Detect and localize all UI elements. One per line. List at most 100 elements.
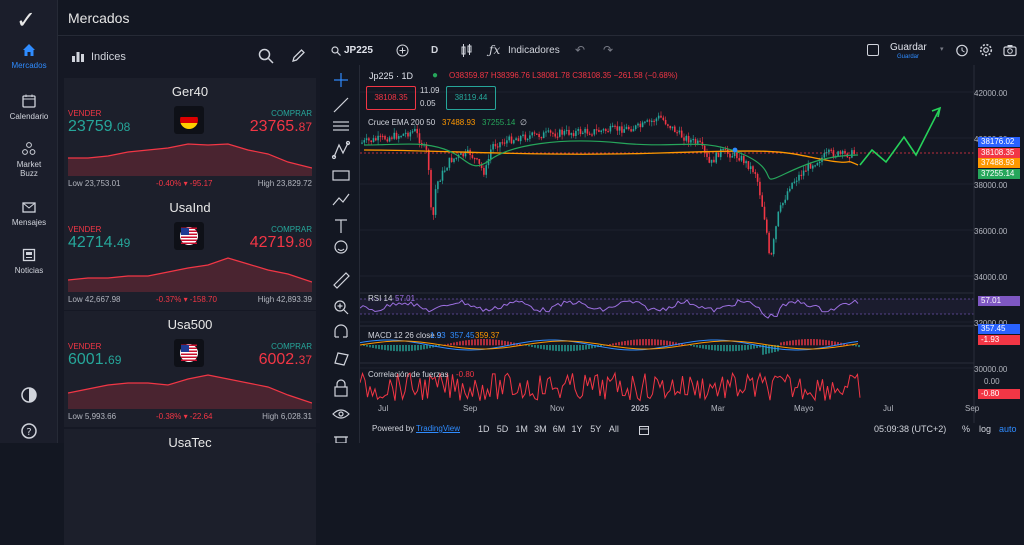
auto-toggle[interactable]: auto <box>999 424 1017 434</box>
camera-icon[interactable] <box>1003 43 1017 57</box>
range-button[interactable]: 1D <box>478 424 490 434</box>
candles-icon[interactable] <box>461 43 473 58</box>
theme-toggle-icon[interactable] <box>20 386 38 404</box>
sidebar-item-label: Calendario <box>10 112 49 121</box>
log-toggle[interactable]: log <box>979 424 991 434</box>
buy-price[interactable]: 42719.80 <box>250 234 312 252</box>
home-icon <box>21 42 37 58</box>
sidebar-item-mercados[interactable]: Mercados <box>0 42 58 70</box>
time-tick: Jul <box>883 404 893 413</box>
redo-icon[interactable]: ↷ <box>603 43 613 57</box>
price-badge: 38176.02 <box>978 137 1020 147</box>
alert-clock-icon[interactable] <box>955 43 969 57</box>
macd-histogram-bar <box>669 341 671 345</box>
candle-body <box>651 121 653 122</box>
macd-histogram-bar <box>450 343 452 345</box>
candle-body <box>453 159 455 162</box>
sell-price[interactable]: 6001.69 <box>68 351 121 369</box>
time-tick: Mar <box>711 404 725 413</box>
market-card[interactable]: UsaIndVENDERCOMPRAR42714.4942719.80Low 4… <box>64 194 316 310</box>
range-button[interactable]: 3M <box>534 424 547 434</box>
buy-label: COMPRAR <box>271 109 312 118</box>
sidebar-item-market-buzz[interactable]: Market Buzz <box>0 141 58 178</box>
flag-icon <box>174 106 204 134</box>
range-button[interactable]: 1Y <box>572 424 583 434</box>
help-icon[interactable]: ? <box>20 422 38 440</box>
candle-body <box>522 135 524 136</box>
rsi-legend: RSI 14 <box>368 294 392 303</box>
market-card[interactable]: Ger40VENDERCOMPRAR23759.0823765.87Low 23… <box>64 78 316 194</box>
candle-body <box>557 137 559 138</box>
lock-tool-icon <box>335 380 347 396</box>
ema50-value: 37255.14 <box>482 118 515 127</box>
buy-price-box[interactable]: 38119.44 <box>446 86 496 110</box>
macd-histogram-bar <box>783 342 785 345</box>
add-symbol-icon[interactable] <box>396 44 409 57</box>
sell-price[interactable]: 23759.08 <box>68 118 130 136</box>
indices-tab[interactable]: Indices <box>91 51 126 63</box>
range-button[interactable]: All <box>609 424 619 434</box>
percent-toggle[interactable]: % <box>962 424 970 434</box>
macd-histogram-bar <box>645 339 647 345</box>
macd-histogram-bar <box>750 345 752 349</box>
save-button[interactable]: Guardar <box>890 42 927 53</box>
price-main: 6001. <box>68 351 108 368</box>
range-button[interactable]: 5Y <box>590 424 601 434</box>
buy-price[interactable]: 23765.87 <box>250 118 312 136</box>
macd-histogram-bar <box>699 345 701 348</box>
symbol-label[interactable]: JP225 <box>344 45 373 56</box>
sell-price[interactable]: 42714.49 <box>68 234 130 252</box>
market-card[interactable]: Usa500VENDERCOMPRAR6001.696002.37Low 5,9… <box>64 311 316 427</box>
sell-price-box[interactable]: 38108.35 <box>366 86 416 110</box>
indicators-button[interactable]: Indicadores <box>508 45 560 56</box>
candle-body <box>513 140 515 143</box>
macd-histogram-bar <box>747 345 749 350</box>
macd-histogram-bar <box>753 345 755 349</box>
buy-price[interactable]: 6002.37 <box>259 351 312 369</box>
layout-icon[interactable] <box>867 44 879 56</box>
tradingview-link[interactable]: TradingView <box>416 424 460 433</box>
candle-body <box>391 137 393 138</box>
time-tick: Jul <box>378 404 388 413</box>
chart-area[interactable]: JP225 D ƒx Indicadores ↶ ↷ Guardar Guard… <box>322 37 1024 443</box>
candle-body <box>759 182 761 195</box>
sidebar-item-noticias[interactable]: Noticias <box>0 247 58 275</box>
macd-histogram-bar <box>723 345 725 351</box>
instrument-name: Ger40 <box>64 84 316 99</box>
candle-body <box>499 142 501 147</box>
macd-histogram-bar <box>396 345 398 351</box>
candle-body <box>849 157 851 158</box>
settings-icon[interactable] <box>979 43 993 57</box>
candle-body <box>750 166 752 169</box>
candle-body <box>598 130 600 132</box>
date-range-icon[interactable] <box>639 425 649 435</box>
sidebar-item-mensajes[interactable]: Mensajes <box>0 199 58 227</box>
range-button[interactable]: 1M <box>515 424 528 434</box>
price-tick: 30000.00 <box>974 365 1024 374</box>
save-dropdown-icon[interactable]: ▾ <box>940 45 944 53</box>
search-icon[interactable] <box>258 48 274 64</box>
stay-drawing-tool-icon <box>335 353 348 365</box>
candle-body <box>679 131 681 133</box>
sparkline <box>68 136 312 176</box>
price-tail: 69 <box>108 353 121 367</box>
market-card[interactable]: UsaTec <box>64 429 316 545</box>
macd-histogram-bar <box>663 340 665 345</box>
macd-histogram-bar <box>744 345 746 350</box>
page-title: Mercados <box>68 10 129 26</box>
range-button[interactable]: 6M <box>553 424 566 434</box>
live-dot: ● <box>432 70 438 81</box>
edit-icon[interactable] <box>290 48 306 64</box>
drawing-tools[interactable] <box>322 65 360 443</box>
symbol-search-icon[interactable] <box>331 46 341 56</box>
clock[interactable]: 05:09:38 (UTC+2) <box>874 424 946 434</box>
macd-histogram-bar <box>816 339 818 345</box>
spread-value: 0.05 <box>420 99 436 108</box>
interval-button[interactable]: D <box>431 45 438 56</box>
sidebar-item-calendario[interactable]: Calendario <box>0 93 58 121</box>
candle-body <box>460 153 462 155</box>
macd-histogram-bar <box>471 340 473 346</box>
candle-body <box>497 146 499 147</box>
range-button[interactable]: 5D <box>497 424 509 434</box>
undo-icon[interactable]: ↶ <box>575 43 585 57</box>
